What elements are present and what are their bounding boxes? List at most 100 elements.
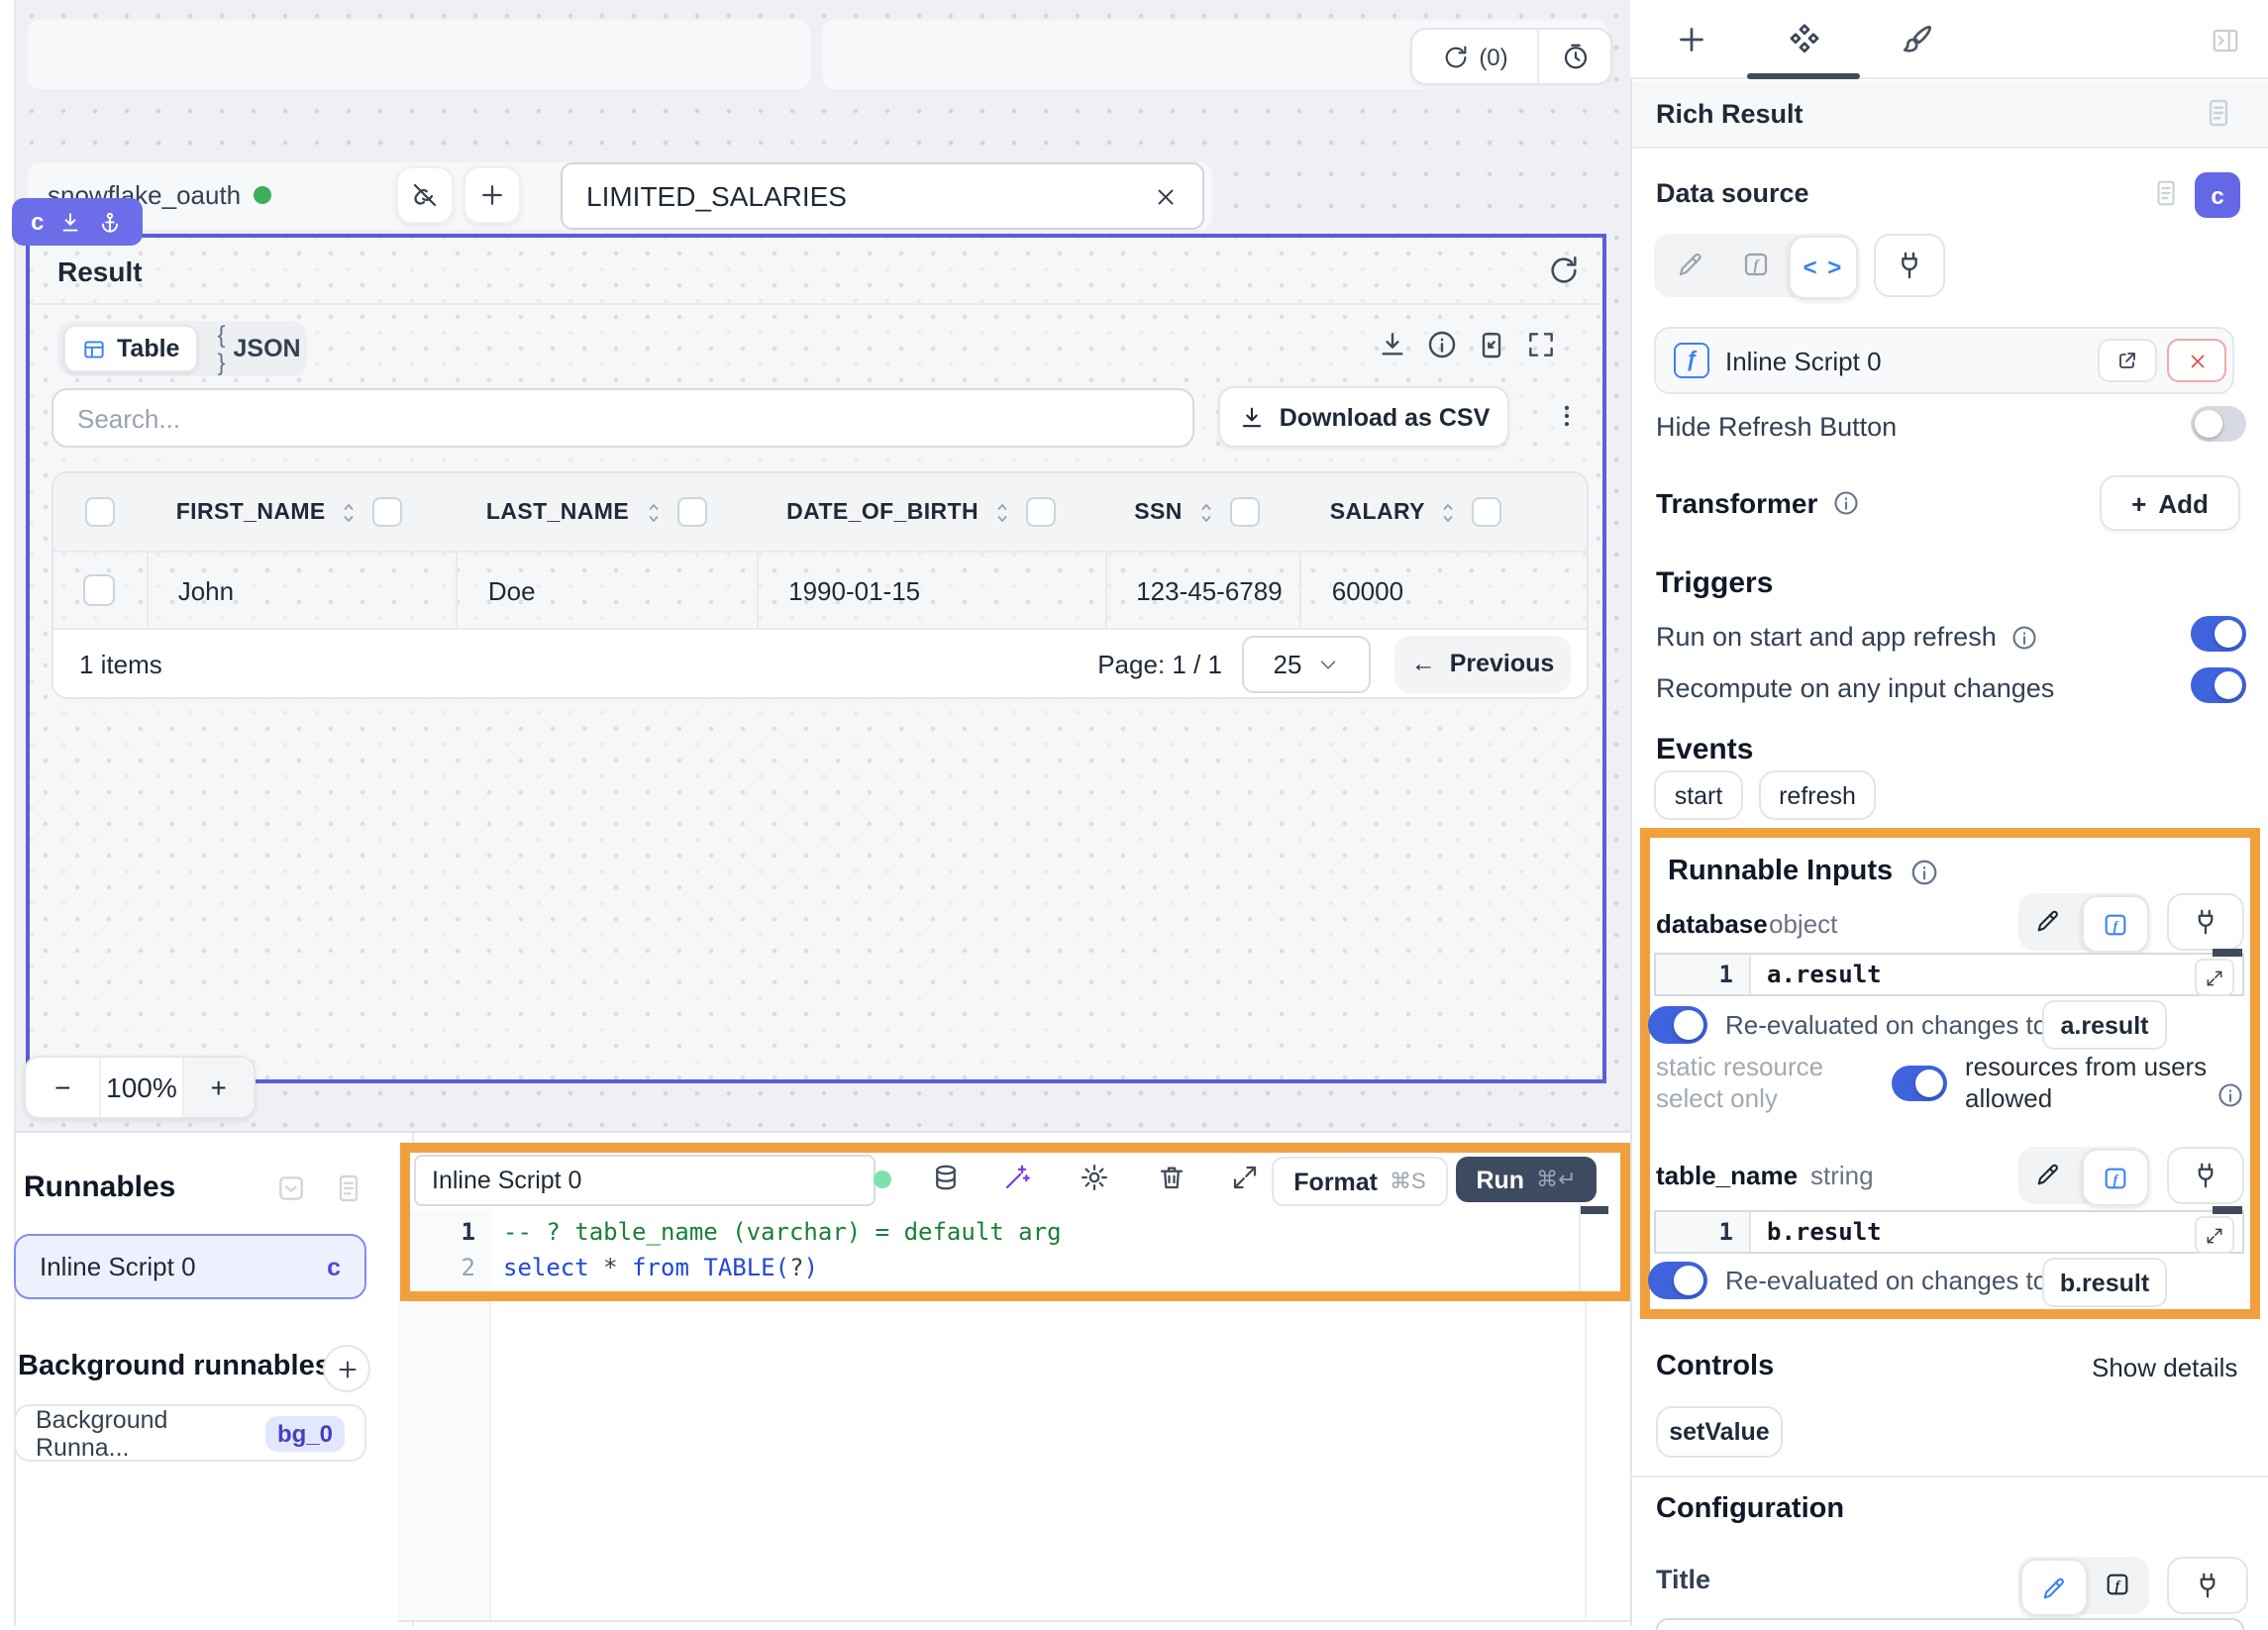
cell-ssn[interactable]: 123-45-6789 <box>1104 553 1300 628</box>
sort-icon[interactable] <box>338 500 361 524</box>
column-header-last-name[interactable]: LAST_NAME <box>486 500 629 524</box>
control-chip-setvalue[interactable]: setValue <box>1656 1406 1783 1458</box>
result-refresh-icon[interactable] <box>1547 254 1581 287</box>
connect-input-button[interactable] <box>2167 893 2244 951</box>
info-icon[interactable] <box>1908 857 1938 886</box>
title-input-partial[interactable] <box>1656 1618 2244 1630</box>
run-button[interactable]: Run ⌘↵ <box>1456 1157 1597 1202</box>
column-toggle[interactable] <box>373 497 403 527</box>
unlink-button[interactable] <box>396 166 454 224</box>
tab-table[interactable]: Table <box>63 325 197 372</box>
database-expression-editor[interactable]: 1 a.result <box>1654 953 2244 996</box>
run-on-start-toggle[interactable] <box>2191 616 2246 652</box>
copy-result-icon[interactable] <box>1476 329 1507 360</box>
fullscreen-icon[interactable] <box>1525 329 1557 360</box>
add-component-button[interactable] <box>464 166 521 224</box>
column-header-salary[interactable]: SALARY <box>1330 500 1425 524</box>
clear-input-icon[interactable] <box>1153 183 1179 209</box>
info-icon[interactable] <box>1426 329 1458 360</box>
column-toggle[interactable] <box>1026 497 1056 527</box>
cell-salary[interactable]: 60000 <box>1300 553 1587 628</box>
row-checkbox[interactable] <box>84 574 116 606</box>
settings-gear-icon[interactable] <box>1080 1163 1109 1192</box>
insert-component-tab-icon[interactable] <box>1674 22 1709 57</box>
column-toggle[interactable] <box>1230 497 1260 527</box>
table-row[interactable]: John Doe 1990-01-15 123-45-6789 60000 <box>53 553 1587 630</box>
zoom-in-button[interactable]: + <box>181 1058 254 1117</box>
remove-script-button[interactable] <box>2167 339 2226 382</box>
eval-mode-icon[interactable]: f <box>2104 1571 2131 1598</box>
database-icon[interactable] <box>931 1163 961 1192</box>
component-id-chip[interactable]: c <box>2195 172 2240 218</box>
doc-icon[interactable] <box>2151 178 2181 208</box>
expand-down-icon[interactable] <box>58 209 84 235</box>
collapse-sidebar-icon[interactable] <box>2211 26 2240 55</box>
column-toggle[interactable] <box>676 497 706 527</box>
cell-date-of-birth[interactable]: 1990-01-15 <box>757 553 1104 628</box>
history-button[interactable] <box>1539 30 1610 83</box>
expand-expression-button[interactable] <box>2195 1216 2234 1254</box>
ai-wand-icon[interactable] <box>1002 1163 1032 1192</box>
column-header-first-name[interactable]: FIRST_NAME <box>176 500 326 524</box>
collapse-panel-icon[interactable] <box>275 1172 307 1204</box>
sort-icon[interactable] <box>1437 500 1461 524</box>
styling-tab-icon[interactable] <box>1900 22 1935 57</box>
info-icon[interactable] <box>1831 489 1859 517</box>
column-header-date-of-birth[interactable]: DATE_OF_BIRTH <box>786 500 979 524</box>
eval-mode-button-active[interactable]: f <box>2082 895 2149 953</box>
runnables-list-icon[interactable] <box>333 1172 364 1204</box>
editor-scrollbar-thumb[interactable] <box>1581 1206 1608 1214</box>
connect-input-button[interactable] <box>1874 234 1945 297</box>
column-header-ssn[interactable]: SSN <box>1134 500 1183 524</box>
static-mode-button-active[interactable] <box>2020 1559 2088 1616</box>
anchor-icon[interactable] <box>98 209 124 235</box>
info-icon[interactable] <box>2216 1081 2244 1109</box>
selected-component-toolbar[interactable]: c <box>12 198 143 246</box>
script-name-input[interactable]: Inline Script 0 <box>414 1155 876 1206</box>
code-line-1[interactable]: -- ? table_name (varchar) = default arg <box>503 1218 1062 1246</box>
column-toggle[interactable] <box>1473 497 1502 527</box>
eval-mode-button-active[interactable]: f <box>2082 1149 2149 1206</box>
database-reeval-toggle[interactable] <box>1648 1006 1707 1044</box>
resources-from-users-toggle[interactable] <box>1892 1066 1947 1101</box>
download-csv-button[interactable]: Download as CSV <box>1218 386 1509 448</box>
table-search-input[interactable]: Search... <box>52 388 1194 448</box>
static-mode-icon[interactable] <box>2034 1161 2062 1188</box>
rich-result-component[interactable]: Result Table { } JSON Search... <box>26 234 1606 1083</box>
add-background-runnable-button[interactable] <box>323 1345 370 1392</box>
code-line-2[interactable]: select * from TABLE(?) <box>503 1254 818 1281</box>
expand-editor-icon[interactable] <box>1230 1163 1260 1192</box>
doc-icon[interactable] <box>2203 97 2234 129</box>
expand-expression-button[interactable] <box>2195 959 2234 996</box>
cell-first-name[interactable]: John <box>147 553 457 628</box>
database-reeval-target-chip[interactable]: a.result <box>2042 1000 2167 1050</box>
delete-script-icon[interactable] <box>1157 1163 1186 1192</box>
show-details-link[interactable]: Show details <box>2092 1353 2237 1382</box>
table-name-reeval-toggle[interactable] <box>1648 1262 1707 1299</box>
tab-json[interactable]: { } JSON <box>205 321 312 376</box>
background-runnable-item[interactable]: Background Runna... bg_0 <box>14 1404 366 1462</box>
select-all-checkbox[interactable] <box>85 497 115 527</box>
table-name-input[interactable]: LIMITED_SALARIES <box>561 162 1204 230</box>
table-menu-icon[interactable] <box>1553 394 1581 438</box>
connect-input-button[interactable] <box>2167 1147 2244 1204</box>
hide-refresh-toggle[interactable] <box>2191 406 2246 442</box>
page-size-select[interactable]: 25 <box>1242 635 1371 692</box>
sort-icon[interactable] <box>641 500 665 524</box>
connect-input-button[interactable] <box>2167 1557 2248 1614</box>
event-chip-refresh[interactable]: refresh <box>1759 770 1876 820</box>
download-icon[interactable] <box>1377 329 1408 360</box>
static-mode-icon[interactable] <box>2034 907 2062 935</box>
table-name-expression-editor[interactable]: 1 b.result <box>1654 1210 2244 1254</box>
settings-tab-icon[interactable] <box>1787 22 1822 57</box>
add-transformer-button[interactable]: + Add <box>2100 475 2240 531</box>
eval-mode-icon[interactable]: f <box>1741 250 1771 279</box>
info-icon[interactable] <box>2010 623 2038 651</box>
sort-icon[interactable] <box>1194 500 1218 524</box>
format-button[interactable]: Format ⌘S <box>1272 1157 1448 1206</box>
event-chip-start[interactable]: start <box>1654 770 1743 820</box>
refresh-count-button[interactable]: (0) <box>1412 30 1539 83</box>
cell-last-name[interactable]: Doe <box>457 553 757 628</box>
zoom-out-button[interactable]: − <box>26 1058 102 1117</box>
recompute-toggle[interactable] <box>2191 667 2246 703</box>
